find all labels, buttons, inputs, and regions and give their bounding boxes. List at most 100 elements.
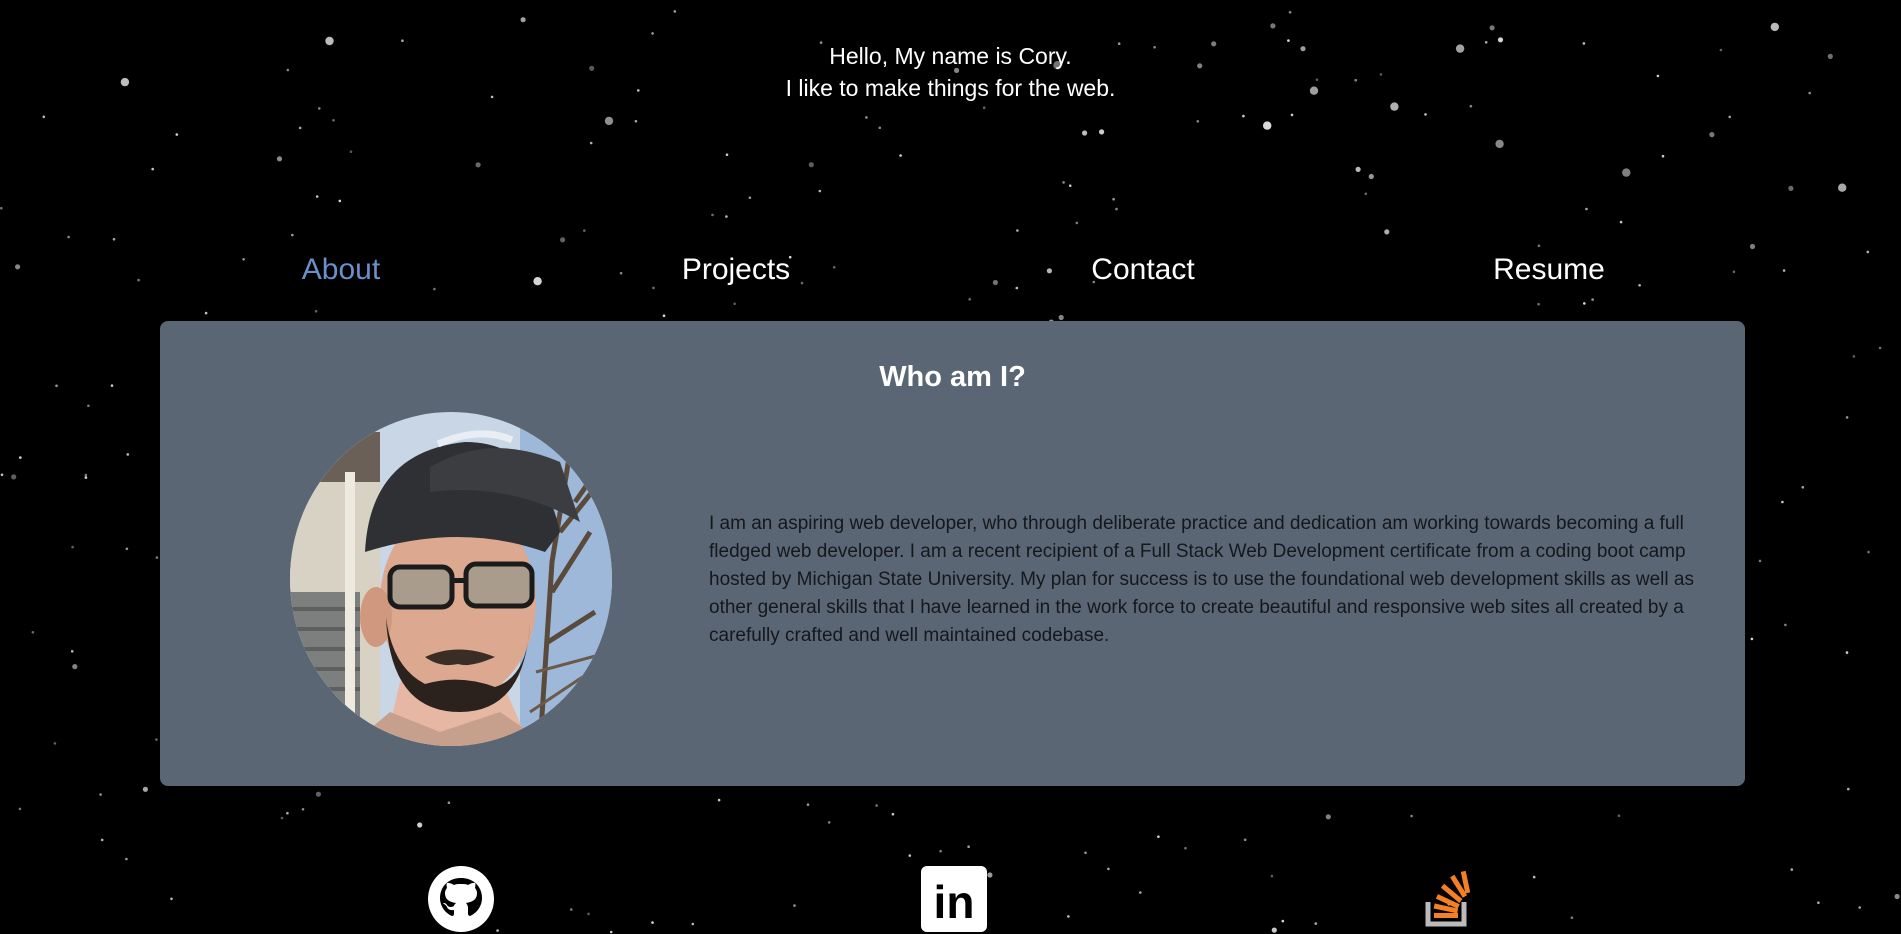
star: [155, 738, 158, 741]
star: [55, 384, 58, 388]
github-link[interactable]: [428, 866, 494, 934]
star: [332, 119, 335, 122]
linkedin-link[interactable]: in: [921, 866, 987, 934]
star: [1184, 846, 1187, 850]
about-bio: I am an aspiring web developer, who thro…: [709, 513, 1694, 646]
star: [155, 556, 159, 559]
star: [748, 196, 752, 199]
star: [84, 473, 88, 477]
main-nav: About Projects Contact Resume: [0, 246, 1901, 296]
star: [142, 786, 148, 792]
star: [1728, 115, 1731, 119]
star: [673, 10, 677, 13]
star: [662, 314, 666, 318]
star: [806, 803, 810, 806]
star: [1082, 130, 1088, 136]
star: [717, 798, 721, 802]
star: [1495, 139, 1504, 149]
star: [1016, 229, 1019, 232]
star: [1619, 220, 1623, 224]
star: [1099, 129, 1105, 135]
page: Hello, My name is Cory. I like to make t…: [0, 0, 1901, 934]
star: [1709, 132, 1715, 138]
star: [19, 456, 22, 459]
star: [0, 473, 4, 477]
star: [1617, 814, 1621, 817]
star: [1622, 168, 1631, 177]
intro-header: Hello, My name is Cory. I like to make t…: [0, 40, 1901, 104]
star: [1263, 121, 1272, 130]
stackoverflow-link[interactable]: [1422, 866, 1474, 934]
star: [725, 153, 729, 156]
star: [99, 793, 102, 796]
star: [1784, 623, 1787, 627]
star: [1585, 207, 1588, 211]
star: [18, 807, 22, 811]
star: [878, 126, 882, 130]
star: [827, 821, 831, 824]
star: [417, 822, 423, 828]
star: [1838, 183, 1847, 192]
star: [1489, 25, 1495, 31]
profile-photo: [290, 412, 612, 746]
star: [1157, 835, 1160, 838]
star: [634, 119, 638, 123]
star: [968, 298, 971, 301]
star: [865, 116, 868, 119]
star: [1242, 114, 1245, 118]
star: [87, 404, 90, 408]
star: [1270, 23, 1276, 29]
star: [560, 237, 566, 243]
star: [0, 206, 3, 210]
star: [1788, 185, 1794, 191]
star: [1852, 355, 1856, 358]
nav-contact[interactable]: Contact: [1091, 246, 1194, 294]
star: [939, 849, 942, 853]
star: [70, 650, 74, 653]
star: [276, 156, 283, 162]
star: [1661, 154, 1665, 158]
nav-projects[interactable]: Projects: [682, 246, 790, 294]
star: [583, 229, 586, 232]
star: [967, 845, 970, 848]
star: [1878, 346, 1882, 350]
star: [349, 150, 353, 153]
star: [1583, 302, 1586, 305]
star: [110, 384, 114, 387]
star: [42, 115, 46, 119]
star: [899, 154, 902, 157]
nav-resume[interactable]: Resume: [1493, 246, 1605, 294]
star: [204, 311, 208, 315]
star: [1068, 184, 1072, 187]
star: [589, 141, 593, 145]
star: [818, 189, 822, 193]
star: [808, 162, 814, 168]
nav-about[interactable]: About: [302, 246, 380, 294]
star: [1770, 22, 1780, 32]
star: [1750, 637, 1754, 641]
star: [1384, 229, 1390, 235]
star: [126, 453, 130, 456]
linkedin-icon: in: [921, 866, 987, 932]
star: [1781, 500, 1784, 504]
intro-line-1: Hello, My name is Cory.: [829, 43, 1072, 69]
stackoverflow-icon: [1425, 870, 1471, 927]
star: [908, 854, 912, 857]
star: [651, 32, 654, 35]
star: [1062, 181, 1065, 184]
star: [125, 547, 129, 551]
star: [11, 474, 17, 480]
star: [72, 664, 78, 670]
star: [1364, 192, 1368, 196]
star: [1537, 302, 1540, 306]
star: [1845, 651, 1849, 654]
star: [301, 808, 305, 811]
star: [520, 17, 526, 23]
social-links: in: [0, 860, 1901, 934]
star: [1847, 787, 1850, 791]
star: [151, 167, 154, 171]
star: [1115, 207, 1118, 211]
star: [1058, 314, 1064, 321]
star: [447, 801, 451, 804]
star: [1867, 550, 1870, 554]
